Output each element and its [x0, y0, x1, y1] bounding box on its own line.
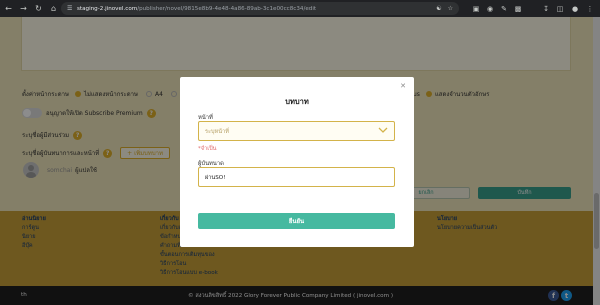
- role-select[interactable]: ระบุหน้าที่: [198, 121, 395, 141]
- site-info-icon[interactable]: ☰: [67, 5, 73, 12]
- reload-icon[interactable]: ↻: [32, 2, 45, 15]
- extension-icon[interactable]: ✎: [498, 2, 510, 15]
- chevron-down-icon[interactable]: [377, 124, 389, 136]
- dialog-title: บทบาท: [285, 97, 309, 106]
- forward-icon[interactable]: →: [17, 2, 30, 15]
- download-icon[interactable]: ↧: [540, 2, 552, 15]
- home-icon[interactable]: ⌂: [47, 2, 60, 15]
- extensions-puzzle-icon[interactable]: ▩: [512, 2, 524, 15]
- url-host: staging-2.jinovel.com: [77, 5, 138, 12]
- extension-icon[interactable]: ◉: [484, 2, 496, 15]
- address-bar[interactable]: ☰ staging-2.jinovel.com/publisher/novel/…: [61, 2, 459, 15]
- translate-icon[interactable]: ☯: [436, 5, 441, 12]
- profile-icon[interactable]: ●: [569, 2, 581, 15]
- bookmark-star-icon[interactable]: ☆: [448, 5, 453, 12]
- back-icon[interactable]: ←: [2, 2, 15, 15]
- close-icon[interactable]: ✕: [399, 82, 407, 90]
- role-placeholder: ระบุหน้าที่: [205, 129, 229, 135]
- name-input-value: ผ่านSO!: [205, 175, 226, 181]
- name-input[interactable]: ผ่านSO!: [198, 167, 395, 187]
- sidepanel-icon[interactable]: ◫: [554, 2, 566, 15]
- confirm-button[interactable]: ยืนยัน: [198, 213, 395, 229]
- required-message: *จำเป็น: [198, 146, 217, 152]
- url-path: /publisher/novel/9815e8b9-4e48-4a86-89ab…: [137, 5, 317, 12]
- menu-kebab-icon[interactable]: ⋮: [584, 2, 596, 15]
- browser-toolbar: ← → ↻ ⌂ ☰ staging-2.jinovel.com/publishe…: [0, 0, 600, 17]
- extension-icon[interactable]: ▣: [470, 2, 482, 15]
- role-dialog: ✕ บทบาท หน้าที่ ระบุหน้าที่ *จำเป็น ผู้บ…: [180, 77, 414, 247]
